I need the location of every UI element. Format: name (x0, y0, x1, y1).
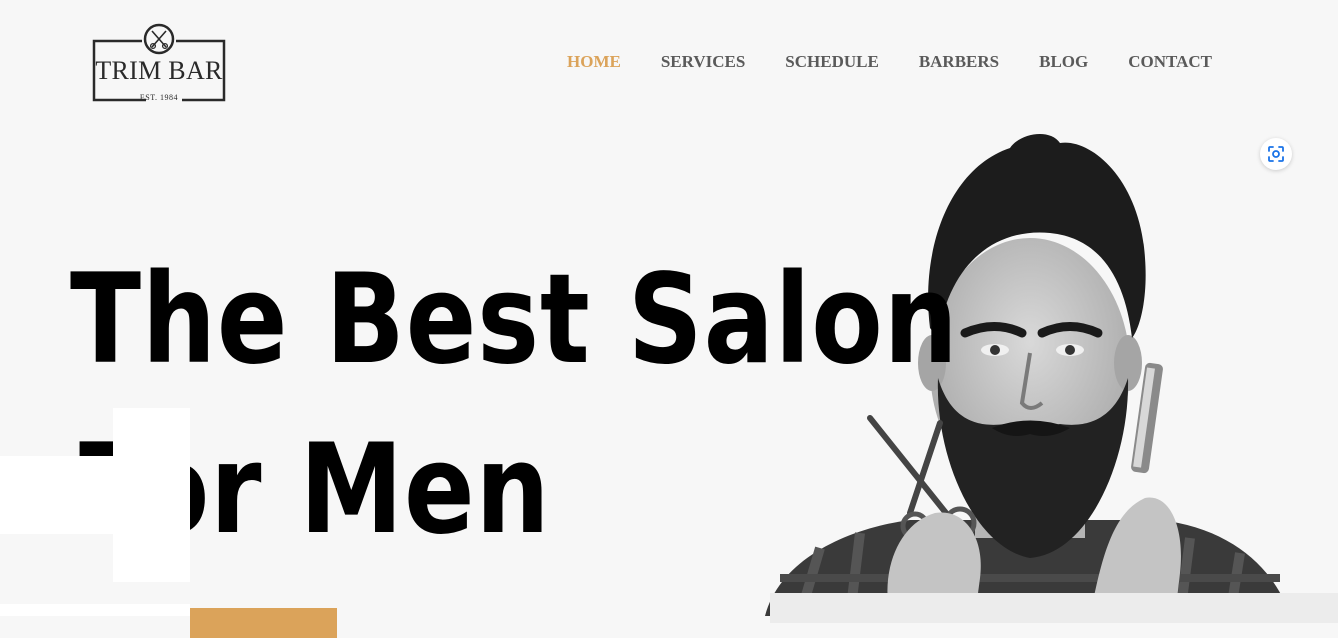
logo-name: TRIM BAR (95, 56, 223, 85)
info-card (770, 593, 1338, 623)
cta-button[interactable] (190, 608, 337, 638)
lens-scan-button[interactable] (1260, 138, 1292, 170)
scan-lens-icon (1268, 146, 1284, 162)
nav-services[interactable]: SERVICES (661, 52, 745, 72)
decorative-block-tall (113, 408, 190, 582)
nav-contact[interactable]: CONTACT (1128, 52, 1212, 72)
nav-blog[interactable]: BLOG (1039, 52, 1088, 72)
hero-title: The Best Salon For Men (70, 235, 959, 575)
hero-title-line-1: The Best Salon (70, 248, 959, 392)
site-logo[interactable]: TRIM BAR EST. 1984 (92, 22, 226, 104)
nav-schedule[interactable]: SCHEDULE (785, 52, 879, 72)
nav-home[interactable]: HOME (567, 52, 621, 72)
main-navigation: HOME SERVICES SCHEDULE BARBERS BLOG CONT… (567, 52, 1212, 72)
decorative-block-left (0, 456, 113, 534)
nav-barbers[interactable]: BARBERS (919, 52, 999, 72)
decorative-block-bottom (0, 604, 190, 616)
hero-title-line-2: For Men (70, 418, 551, 562)
logo-established: EST. 1984 (139, 93, 179, 102)
